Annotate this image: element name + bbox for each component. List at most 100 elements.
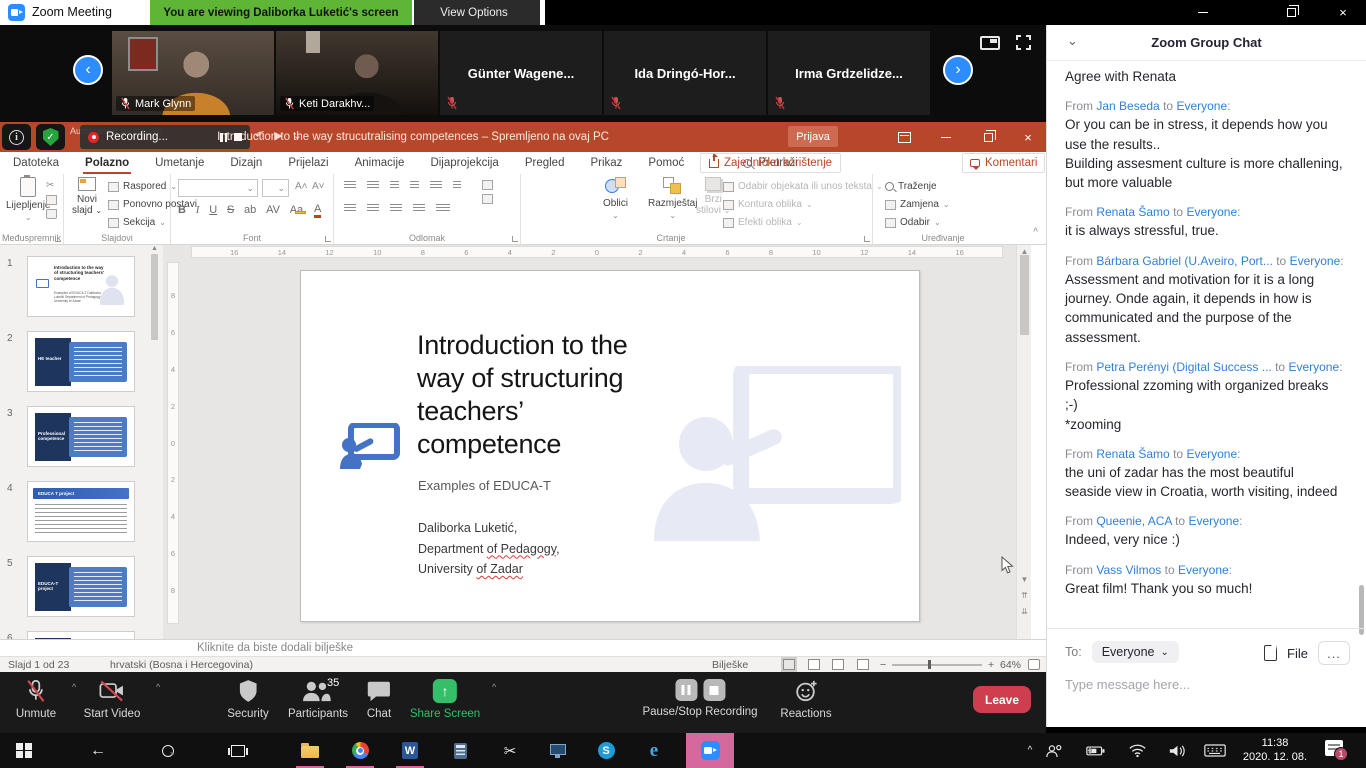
sender-name[interactable]: Renata Šamo	[1096, 447, 1169, 461]
tray-wifi-button[interactable]	[1122, 733, 1152, 768]
tray-battery-button[interactable]	[1080, 733, 1110, 768]
editor-scrollbar[interactable]: ▲ ▼ ⇈ ⇊	[1016, 245, 1031, 639]
more-options-button[interactable]: ...	[1318, 641, 1350, 665]
slide-thumbnail[interactable]: 4 Introduction to the way of structuring…	[0, 481, 163, 556]
recipient-name[interactable]: Everyone	[1186, 205, 1237, 219]
filmstrip-prev-button[interactable]: ‹	[73, 55, 103, 85]
section-button[interactable]: Sekcija⌄	[108, 217, 166, 228]
file-button[interactable]: File	[1287, 646, 1308, 661]
zoom-slider-thumb[interactable]	[928, 660, 931, 669]
view-options-button[interactable]: View Options	[414, 0, 540, 25]
zoom-level[interactable]: 64%	[1000, 659, 1021, 671]
chat-button[interactable]: Chat	[367, 679, 391, 720]
tray-people-button[interactable]	[1040, 733, 1068, 768]
participant-tile[interactable]: Günter Wagene... Günter Wagene...	[440, 31, 602, 115]
shapes-button[interactable]: Oblici ⌄	[603, 177, 628, 221]
bold-icon[interactable]: B	[178, 204, 186, 216]
replace-button[interactable]: Zamjena⌄	[885, 199, 950, 210]
ribbon-tab[interactable]: Datoteka	[11, 152, 61, 174]
grow-font-icon[interactable]: A˄	[295, 181, 308, 192]
font-size-combo[interactable]: ⌄	[262, 179, 289, 197]
scrollbar-thumb[interactable]	[1020, 255, 1029, 335]
security-button[interactable]: Security	[227, 679, 269, 720]
ribbon-tab[interactable]: Pregled	[523, 152, 567, 174]
scrollbar-thumb[interactable]	[151, 254, 158, 340]
sender-name[interactable]: Renata Šamo	[1096, 205, 1169, 219]
ppt-minimize-button[interactable]	[928, 122, 964, 152]
taskbar-search-button[interactable]	[146, 733, 190, 768]
new-slide-button[interactable]: Novislajd ⌄	[72, 177, 102, 216]
window-close-button[interactable]: ×	[1326, 0, 1360, 25]
cut-icon[interactable]: ✂	[46, 180, 57, 191]
text-align-vertical-icon[interactable]	[482, 180, 493, 190]
fit-to-window-icon[interactable]	[1028, 659, 1040, 670]
show-hidden-icons-button[interactable]: ^	[1020, 733, 1040, 768]
find-button[interactable]: Traženje	[885, 181, 937, 192]
action-center-button[interactable]: 1	[1325, 740, 1343, 756]
slide-thumbnail[interactable]: 1 Introduction to the way of structuring…	[0, 256, 163, 331]
skype-button[interactable]: S	[584, 733, 628, 768]
slide-subtitle[interactable]: Examples of EDUCA-T	[418, 478, 551, 493]
align-right-icon[interactable]	[390, 204, 402, 213]
slide-sorter-view-icon[interactable]	[808, 659, 820, 670]
file-explorer-button[interactable]	[288, 733, 332, 768]
slide-thumbnail[interactable]: 3 Introduction to the way of structuring…	[0, 406, 163, 481]
shape-outline-button[interactable]: Kontura oblika⌄	[723, 199, 813, 210]
scroll-up-icon[interactable]: ▲	[149, 245, 160, 252]
recipient-name[interactable]: Everyone	[1186, 447, 1237, 461]
align-center-icon[interactable]	[367, 204, 379, 213]
share-button[interactable]: Zajedničko korištenje	[700, 153, 841, 173]
chrome-button[interactable]	[338, 733, 382, 768]
fullscreen-icon[interactable]	[1016, 35, 1031, 50]
chat-input[interactable]: Type message here...	[1065, 677, 1190, 692]
notes-pane[interactable]: Kliknite da biste dodali bilješke	[0, 639, 1046, 656]
window-restore-button[interactable]	[1274, 0, 1308, 25]
arrange-button[interactable]: Razmještaj ⌄	[648, 177, 697, 221]
edge-button[interactable]: e	[632, 733, 676, 768]
decrease-indent-icon[interactable]	[390, 181, 399, 190]
calculator-button[interactable]	[438, 733, 482, 768]
convert-smartart-icon[interactable]	[482, 194, 493, 204]
recipient-name[interactable]: Everyone	[1290, 254, 1341, 268]
sender-name[interactable]: Jan Beseda	[1096, 99, 1159, 113]
numbering-icon[interactable]	[367, 181, 379, 190]
text-shadow-icon[interactable]: ab	[244, 204, 256, 216]
remote-desktop-button[interactable]	[536, 733, 580, 768]
normal-view-icon[interactable]	[783, 659, 795, 670]
slideshow-view-icon[interactable]	[857, 659, 869, 670]
ppt-restore-button[interactable]	[970, 122, 1006, 152]
ribbon-tab[interactable]: Dijaprojekcija	[428, 152, 500, 174]
ppt-close-button[interactable]: ×	[1010, 122, 1046, 152]
language-indicator[interactable]: hrvatski (Bosna i Hercegovina)	[110, 659, 253, 671]
select-objects-button[interactable]: Odabir objekata ili unos teksta⌄	[723, 181, 883, 192]
slide-thumbnail[interactable]: 2 Introduction to the way of structuring…	[0, 331, 163, 406]
bullets-icon[interactable]	[344, 181, 356, 190]
slide-author-block[interactable]: Daliborka Luketić, Department of Pedagog…	[418, 518, 560, 580]
start-video-button[interactable]: Start Video	[84, 679, 141, 720]
slide-thumbnail[interactable]: 6 Introduction to the way of structuring…	[0, 631, 163, 639]
sign-in-button[interactable]: Prijava	[788, 126, 838, 147]
zoom-in-icon[interactable]: +	[988, 659, 994, 671]
participant-tile[interactable]: Irma Grdzelidze... Irma Grdzelidze...	[768, 31, 930, 115]
share-options-icon[interactable]: ^	[492, 682, 496, 692]
word-button[interactable]: W	[388, 733, 432, 768]
dialog-launcher-icon[interactable]	[864, 236, 870, 242]
reading-view-icon[interactable]	[832, 659, 844, 670]
line-spacing-icon[interactable]	[430, 181, 442, 190]
collapse-ribbon-icon[interactable]: ^	[1033, 227, 1038, 238]
unmute-button[interactable]: Unmute	[16, 679, 56, 720]
thumbnails-scrollbar[interactable]: ▲	[149, 245, 160, 639]
participant-tile[interactable]: Mark Glynn Mark Glynn	[112, 31, 274, 115]
copy-icon[interactable]	[46, 195, 57, 205]
taskbar-clock[interactable]: 11:38 2020. 12. 08.	[1238, 736, 1312, 764]
stop-recording-icon[interactable]	[703, 679, 725, 701]
zoom-app-button-active[interactable]	[686, 733, 734, 768]
notes-toggle[interactable]: Bilješke	[712, 659, 748, 671]
zoom-out-icon[interactable]: −	[880, 659, 886, 671]
chat-message-list[interactable]: From to : Agree with Renata From Jan Bes…	[1047, 67, 1366, 627]
ribbon-tab[interactable]: Animacije	[353, 152, 407, 174]
recipient-name[interactable]: Everyone	[1178, 563, 1229, 577]
slide-thumbnail[interactable]: 5 Introduction to the way of structuring…	[0, 556, 163, 631]
italic-icon[interactable]: I	[196, 204, 200, 216]
select-button[interactable]: Odabir⌄	[885, 217, 941, 228]
